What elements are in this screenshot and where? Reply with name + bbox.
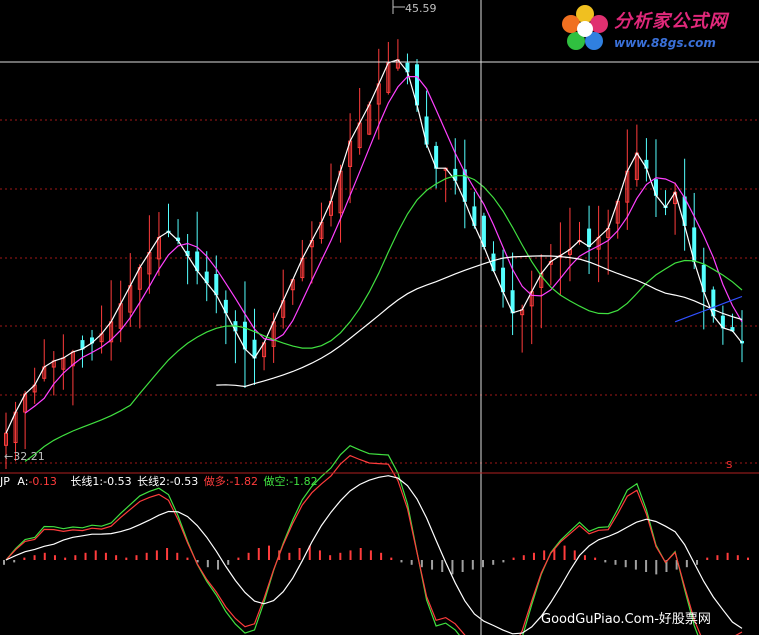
candle-body bbox=[587, 228, 592, 248]
price-low-value: 32.21 bbox=[13, 450, 45, 463]
arrow-left-icon: ← bbox=[4, 450, 14, 463]
indicator-a-label: A: bbox=[17, 475, 29, 488]
indicator-long2-value: -0.53 bbox=[169, 475, 199, 488]
candle-body bbox=[481, 215, 486, 248]
candle-body bbox=[214, 274, 219, 296]
ma-long-line bbox=[24, 175, 743, 462]
candle-body bbox=[242, 321, 247, 350]
site-logo[interactable]: 分析家公式网 www.88gs.com bbox=[558, 2, 758, 58]
indicator-a-value: -0.13 bbox=[28, 475, 57, 488]
signal-mark: S bbox=[726, 460, 733, 471]
price-grid bbox=[0, 119, 759, 464]
ma-mid-line bbox=[24, 75, 743, 414]
indicator-short-label: 做空: bbox=[263, 475, 290, 488]
indicator-long1-label: 长线1: bbox=[70, 475, 104, 488]
indicator-legend: JP A:-0.13 长线1:-0.53 长线2:-0.53 做多:-1.82 … bbox=[0, 475, 318, 489]
indicator-name[interactable]: JP bbox=[0, 475, 10, 488]
flower-logo-icon bbox=[562, 5, 608, 50]
indicator-long1-value: -0.53 bbox=[103, 475, 132, 488]
candle-body bbox=[415, 64, 420, 106]
price-low-label: ←32.21 bbox=[4, 450, 45, 463]
ma-short-line bbox=[5, 59, 743, 434]
stock-chart[interactable] bbox=[0, 0, 759, 635]
watermark-text: GoodGuPiao.Com-好股票网 bbox=[541, 612, 711, 627]
price-high-label: 45.59 bbox=[405, 2, 437, 15]
indicator-short-value: -1.82 bbox=[289, 475, 318, 488]
indicator-long2-label: 长线2: bbox=[137, 475, 170, 488]
logo-url: www.88gs.com bbox=[614, 36, 716, 50]
indicator-long-label: 做多: bbox=[203, 475, 230, 488]
logo-title: 分析家公式网 bbox=[614, 11, 728, 32]
indicator-long-value: -1.82 bbox=[229, 475, 258, 488]
candlestick-series bbox=[4, 39, 744, 469]
